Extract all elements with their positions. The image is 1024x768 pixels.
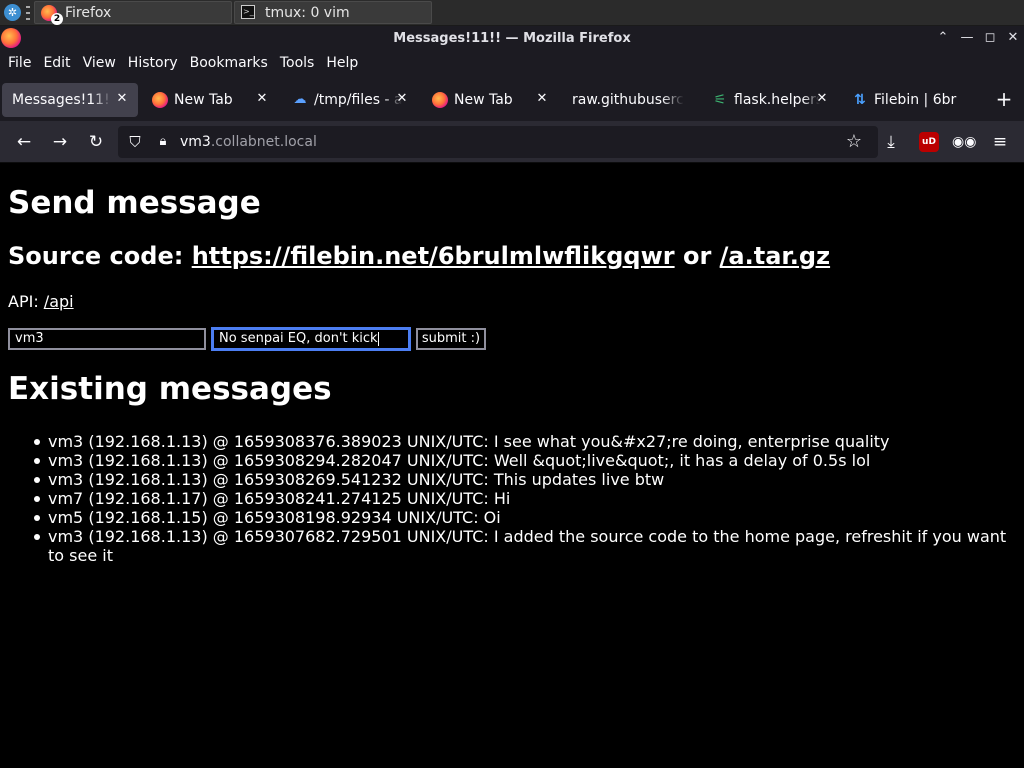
page-content: Send message Source code: https://filebi…	[0, 163, 1024, 768]
tab-messages[interactable]: Messages!11!! ✕	[2, 83, 138, 117]
tab-label: Messages!11!!	[12, 92, 112, 108]
list-item: vm7 (192.168.1.17) @ 1659308241.274125 U…	[34, 489, 1014, 508]
tab-close-icon[interactable]: ✕	[814, 91, 830, 107]
url-domain: .collabnet.local	[210, 134, 317, 150]
filebin-icon: ⇅	[854, 92, 866, 108]
shield-icon[interactable]: ⛉	[126, 133, 144, 151]
tab-label: raw.githubuserc	[572, 92, 684, 108]
tab-tmp-files[interactable]: ☁ /tmp/files - a ✕	[282, 83, 418, 117]
tab-new-tab-1[interactable]: New Tab ✕	[142, 83, 278, 117]
list-item: vm3 (192.168.1.13) @ 1659308376.389023 U…	[34, 432, 1014, 451]
firefox-icon	[1, 28, 21, 48]
list-item: vm3 (192.168.1.13) @ 1659308269.541232 U…	[34, 470, 1014, 489]
menu-edit[interactable]: Edit	[37, 50, 76, 77]
existing-messages-heading: Existing messages	[8, 371, 332, 407]
tab-label: /tmp/files - a	[314, 92, 402, 108]
api-link[interactable]: /api	[44, 292, 74, 311]
bookmark-star-icon[interactable]: ☆	[844, 132, 864, 152]
extension-spy-icon[interactable]: ◉◉	[951, 130, 976, 154]
terminal-icon: >_	[241, 4, 257, 21]
forward-button[interactable]: →	[48, 130, 72, 154]
message-list: vm3 (192.168.1.13) @ 1659308376.389023 U…	[34, 432, 1014, 565]
submit-button[interactable]: submit :)	[416, 328, 486, 350]
source-code-heading: Source code: https://filebin.net/6brulml…	[8, 241, 830, 271]
firefox-icon	[432, 92, 448, 108]
tab-filebin[interactable]: ⇅ Filebin | 6br	[842, 83, 978, 117]
menu-bookmarks[interactable]: Bookmarks	[184, 50, 274, 77]
window-minimize-icon[interactable]: —	[958, 29, 976, 47]
window-maximize-icon[interactable]: ◻	[981, 29, 999, 47]
window-close-icon[interactable]: ✕	[1004, 29, 1022, 47]
api-line: API: /api	[8, 292, 74, 312]
reload-button[interactable]: ↻	[84, 130, 108, 154]
tab-close-icon[interactable]: ✕	[114, 91, 130, 107]
tab-close-icon[interactable]: ✕	[534, 91, 550, 107]
source-or: or	[674, 242, 720, 270]
tab-label: Filebin | 6br	[874, 92, 957, 108]
url-host: vm3	[180, 134, 211, 150]
api-label: API:	[8, 292, 44, 311]
menu-bar: File Edit View History Bookmarks Tools H…	[0, 50, 1024, 77]
menu-file[interactable]: File	[2, 50, 37, 77]
cloud-icon: ☁	[293, 92, 307, 107]
url-text[interactable]: vm3.collabnet.local	[180, 126, 317, 158]
back-button[interactable]: ←	[12, 130, 36, 154]
os-taskbar: ✲ 2 Firefox >_ tmux: 0 vim	[0, 0, 1024, 26]
window-shade-icon[interactable]: ⌃	[934, 29, 952, 47]
tab-label: New Tab	[174, 92, 233, 108]
menu-help[interactable]: Help	[320, 50, 364, 77]
downloads-button[interactable]: ⤓	[879, 130, 903, 154]
new-tab-button[interactable]: +	[994, 89, 1014, 109]
tab-label: flask.helpers	[734, 92, 820, 108]
firefox-icon: 2	[41, 4, 63, 25]
menu-history[interactable]: History	[122, 50, 184, 77]
taskbar-handle	[26, 6, 30, 20]
ublock-icon[interactable]: uD	[917, 130, 941, 154]
list-item: vm3 (192.168.1.13) @ 1659307682.729501 U…	[34, 527, 1014, 565]
tab-new-tab-2[interactable]: New Tab ✕	[422, 83, 558, 117]
taskbar-task-label: Firefox	[65, 4, 112, 21]
taskbar-task-tmux[interactable]: >_ tmux: 0 vim	[234, 1, 432, 24]
tab-close-icon[interactable]: ✕	[254, 91, 270, 107]
taskbar-task-label: tmux: 0 vim	[265, 4, 350, 21]
list-item: vm5 (192.168.1.15) @ 1659308198.92934 UN…	[34, 508, 1014, 527]
tab-label: New Tab	[454, 92, 513, 108]
url-bar[interactable]: ⛉ 🔒︎ vm3.collabnet.local ☆	[118, 126, 878, 158]
navigation-toolbar: ← → ↻ ⛉ 🔒︎ vm3.collabnet.local ☆ ⤓ uD ◉◉…	[0, 121, 1024, 163]
window-title: Messages!11!! — Mozilla Firefox	[393, 30, 631, 46]
tab-flask-helpers[interactable]: ⚟ flask.helpers ✕	[702, 83, 838, 117]
taskbar-task-firefox[interactable]: 2 Firefox	[34, 1, 232, 25]
text-cursor	[377, 331, 379, 346]
page-info-icon[interactable]: 🔒︎	[154, 133, 172, 151]
tab-raw-github[interactable]: raw.githubuserc	[562, 83, 698, 117]
window-titlebar: Messages!11!! — Mozilla Firefox ⌃ — ◻ ✕	[0, 26, 1024, 50]
message-input-text: No senpai EQ, don't kick	[219, 331, 378, 346]
page-heading: Send message	[8, 185, 261, 221]
source-link-tarball[interactable]: /a.tar.gz	[720, 242, 830, 270]
firefox-icon	[152, 92, 168, 108]
menu-view[interactable]: View	[77, 50, 122, 77]
app-menu-button[interactable]: ≡	[988, 130, 1012, 154]
source-link-filebin[interactable]: https://filebin.net/6brulmlwflikgqwr	[192, 242, 675, 270]
source-prefix: Source code:	[8, 242, 192, 270]
message-input[interactable]: No senpai EQ, don't kick	[212, 328, 410, 350]
tab-strip: Messages!11!! ✕ New Tab ✕ ☁ /tmp/files -…	[0, 77, 1024, 121]
launcher-icon[interactable]: ✲	[4, 4, 21, 21]
sender-name-input[interactable]: vm3	[8, 328, 206, 350]
tab-close-icon[interactable]: ✕	[394, 91, 410, 107]
flask-icon: ⚟	[713, 92, 727, 108]
window-count-badge: 2	[51, 12, 63, 25]
menu-tools[interactable]: Tools	[274, 50, 321, 77]
list-item: vm3 (192.168.1.13) @ 1659308294.282047 U…	[34, 451, 1014, 470]
